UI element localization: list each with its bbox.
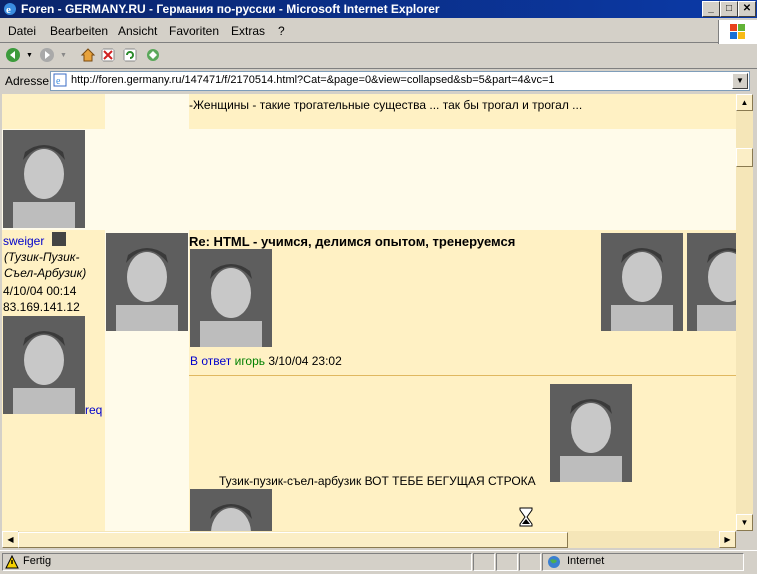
marquee-text: Тузик-пузик-съел-арбузик ВОТ ТЕБЕ БЕГУЩА… xyxy=(219,474,536,488)
prev-post-left-cell xyxy=(2,94,105,129)
address-input[interactable]: e http://foren.germany.ru/147471/f/21705… xyxy=(50,71,750,91)
status-segment-4 xyxy=(519,553,541,571)
horizontal-scrollbar[interactable]: ◀ ▶ xyxy=(2,531,736,548)
post-image-4 xyxy=(550,384,632,482)
post-image-5 xyxy=(190,489,272,531)
reply-link[interactable]: req xyxy=(85,403,102,417)
hourglass-cursor-icon xyxy=(519,507,533,527)
status-text: Fertig xyxy=(23,555,52,567)
address-url: http://foren.germany.ru/147471/f/2170514… xyxy=(71,74,555,86)
globe-icon xyxy=(548,556,560,568)
in-reply-line: В ответ игорь 3/10/04 23:02 xyxy=(190,354,342,368)
back-dropdown-icon[interactable]: ▼ xyxy=(26,52,33,59)
forward-dropdown-icon[interactable]: ▼ xyxy=(60,52,67,59)
menu-favoriten[interactable]: Favoriten xyxy=(169,24,219,38)
menu-ansicht[interactable]: Ansicht xyxy=(118,24,157,38)
favorites-icon[interactable] xyxy=(145,47,161,63)
toolbar: ▼ ▼ xyxy=(0,44,757,69)
status-segment-2 xyxy=(473,553,495,571)
in-reply-user-link[interactable]: игорь xyxy=(235,354,265,368)
menu-help[interactable]: ? xyxy=(278,24,285,38)
back-icon[interactable] xyxy=(5,47,21,63)
user-photo-left xyxy=(3,316,85,414)
post-ip: 83.169.141.12 xyxy=(3,300,80,314)
status-zone: Internet xyxy=(567,555,605,567)
vertical-scroll-thumb[interactable] xyxy=(736,148,753,167)
post-image-3 xyxy=(687,233,736,331)
refresh-icon[interactable] xyxy=(122,47,138,63)
post-image-1 xyxy=(190,249,272,347)
status-zone-segment: Internet xyxy=(542,553,744,571)
svg-text:e: e xyxy=(6,4,11,16)
online-status-icon xyxy=(52,232,66,246)
menu-bearbeiten[interactable]: Bearbeiten xyxy=(50,24,108,38)
vertical-scrollbar[interactable]: ▲ ▼ xyxy=(736,94,753,531)
author-subtitle-2: Съел-Арбузик) xyxy=(4,266,87,280)
post-image-2 xyxy=(601,233,683,331)
title-bar: e Foren - GERMANY.RU - Германия по-русск… xyxy=(0,0,757,18)
page-icon: e xyxy=(53,73,67,87)
home-icon[interactable] xyxy=(80,47,96,63)
page-done-icon xyxy=(5,555,19,569)
post-date: 4/10/04 00:14 xyxy=(3,284,77,298)
menu-bar: Datei Bearbeiten Ansicht Favoriten Extra… xyxy=(0,20,757,43)
address-dropdown-icon[interactable]: ▼ xyxy=(732,73,748,89)
author-link[interactable]: sweiger xyxy=(3,234,44,248)
menu-extras[interactable]: Extras xyxy=(231,24,265,38)
prev-post-signature-cell: -Женщины - такие трогательные существа .… xyxy=(189,94,736,129)
scroll-left-icon[interactable]: ◀ xyxy=(2,531,19,548)
close-button[interactable]: ✕ xyxy=(738,1,756,17)
user-photo xyxy=(3,130,85,228)
svg-text:e: e xyxy=(56,76,61,87)
status-segment-3 xyxy=(496,553,518,571)
ie-app-icon: e xyxy=(4,3,16,16)
status-text-segment: Fertig xyxy=(2,553,472,571)
horizontal-scroll-thumb[interactable] xyxy=(18,532,568,548)
menu-datei[interactable]: Datei xyxy=(8,24,36,38)
windows-logo-icon xyxy=(718,20,757,44)
scroll-up-icon[interactable]: ▲ xyxy=(736,94,753,111)
post-separator-row xyxy=(2,129,736,230)
scroll-corner xyxy=(736,531,753,548)
minimize-button[interactable]: _ xyxy=(702,1,720,17)
post-author-cell: sweiger (Тузик-Пузик- Съел-Арбузик) 4/10… xyxy=(2,230,105,531)
post-divider xyxy=(189,375,736,376)
forward-icon[interactable] xyxy=(39,47,55,63)
address-label: Adresse xyxy=(5,74,50,88)
status-bar: Fertig Internet xyxy=(0,550,757,574)
post-body-cell: Re: HTML - учимся, делимся опытом, трене… xyxy=(189,230,736,531)
stop-icon[interactable] xyxy=(100,47,116,63)
post-subject: Re: HTML - учимся, делимся опытом, трене… xyxy=(189,234,516,249)
maximize-button[interactable]: □ xyxy=(720,1,738,17)
scroll-down-icon[interactable]: ▼ xyxy=(736,514,753,531)
in-reply-date: 3/10/04 23:02 xyxy=(268,354,342,368)
post-avatar-photo xyxy=(106,233,188,331)
prev-post-signature: -Женщины - такие трогательные существа .… xyxy=(189,98,583,112)
page-viewport: -Женщины - такие трогательные существа .… xyxy=(2,94,736,531)
in-reply-prefix: В ответ xyxy=(190,354,232,368)
author-subtitle-1: (Тузик-Пузик- xyxy=(4,250,80,264)
address-bar: Adresse e http://foren.germany.ru/147471… xyxy=(0,69,757,93)
window-title: Foren - GERMANY.RU - Германия по-русски … xyxy=(21,2,440,16)
scroll-right-icon[interactable]: ▶ xyxy=(719,531,736,548)
